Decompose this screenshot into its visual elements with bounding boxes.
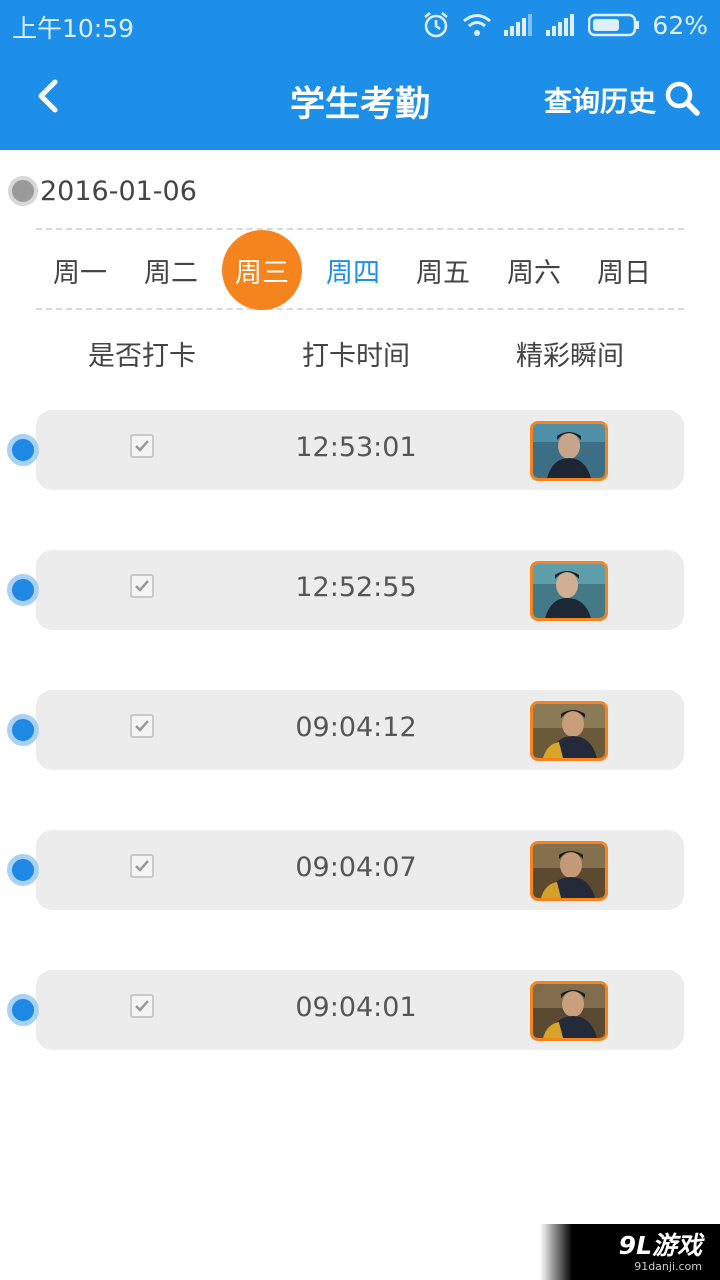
wifi-icon [462, 12, 492, 38]
photo-thumbnail[interactable] [530, 981, 608, 1041]
watermark-logo: 9L游戏 [618, 1231, 702, 1260]
timeline-dot-icon [7, 574, 39, 606]
record-time: 09:04:01 [295, 992, 417, 1023]
signal-icon [504, 13, 534, 37]
photo-thumbnail[interactable] [530, 561, 608, 621]
photo-thumbnail[interactable] [530, 421, 608, 481]
back-button[interactable] [26, 72, 70, 124]
day-tuesday[interactable]: 周二 [131, 230, 211, 310]
record-time: 12:53:01 [295, 432, 417, 463]
chevron-left-icon [35, 79, 61, 117]
photo-thumbnail[interactable] [530, 841, 608, 901]
attendance-record: 09:04:12 [36, 690, 684, 770]
column-header-checked: 是否打卡 [88, 341, 196, 372]
navigation-bar: 学生考勤 查询历史 [0, 50, 720, 150]
site-watermark: 9L游戏 91danji.com [540, 1224, 720, 1280]
status-time: 上午10:59 [12, 14, 135, 43]
signal-icon [546, 13, 576, 37]
alarm-icon [422, 11, 450, 39]
date-dot-icon [8, 176, 38, 206]
battery-level: 62% [652, 10, 708, 40]
timeline-dot-icon [7, 714, 39, 746]
day-friday[interactable]: 周五 [403, 230, 483, 310]
timeline-dot-icon [7, 854, 39, 886]
timeline-dot-icon [7, 434, 39, 466]
day-sunday[interactable]: 周日 [584, 230, 664, 310]
checked-checkbox[interactable] [130, 574, 154, 598]
app-header: 上午10:59 62% 学生考勤 查询历史 [0, 0, 720, 150]
record-time: 09:04:12 [295, 712, 417, 743]
battery-icon [588, 13, 640, 37]
timeline-dot-icon [7, 994, 39, 1026]
day-saturday[interactable]: 周六 [494, 230, 574, 310]
status-icons: 62% [422, 9, 708, 41]
query-history-button[interactable]: 查询历史 [544, 76, 700, 124]
day-monday[interactable]: 周一 [40, 230, 120, 310]
current-date: 2016-01-06 [40, 175, 197, 207]
attendance-record: 12:52:55 [36, 550, 684, 630]
column-header-time: 打卡时间 [302, 341, 410, 372]
day-wednesday[interactable]: 周三 [222, 230, 302, 310]
status-bar: 上午10:59 62% [0, 0, 720, 50]
checked-checkbox[interactable] [130, 714, 154, 738]
day-thursday[interactable]: 周四 [313, 230, 393, 310]
week-selector: 周一 周二 周三 周四 周五 周六 周日 [36, 228, 684, 310]
record-time: 12:52:55 [295, 572, 417, 603]
date-row: 2016-01-06 [8, 174, 197, 208]
attendance-record: 09:04:01 [36, 970, 684, 1050]
attendance-record: 09:04:07 [36, 830, 684, 910]
column-header-photo: 精彩瞬间 [516, 341, 624, 372]
checked-checkbox[interactable] [130, 434, 154, 458]
query-history-label: 查询历史 [543, 85, 656, 118]
checked-checkbox[interactable] [130, 854, 154, 878]
checked-checkbox[interactable] [130, 994, 154, 1018]
record-time: 09:04:07 [295, 852, 417, 883]
photo-thumbnail[interactable] [530, 701, 608, 761]
attendance-record: 12:53:01 [36, 410, 684, 490]
search-icon [664, 80, 700, 120]
